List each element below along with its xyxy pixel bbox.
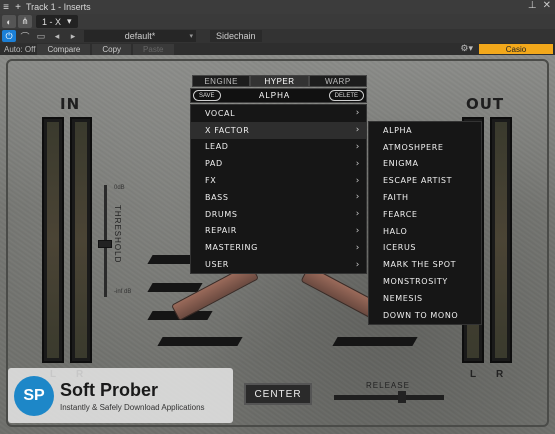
chevron-right-icon: › [355,259,360,270]
menu-item-vocal[interactable]: VOCAL › [191,105,366,122]
in-label: IN [60,95,81,113]
toolbar-compare: Auto: Off Compare Copy Paste ⚙▾ Casio [0,43,555,55]
watermark: SP Soft Prober Instantly & Safely Downlo… [8,368,233,423]
delete-button[interactable]: DELETE [328,90,364,101]
preset-item[interactable]: NEMESIS [369,290,481,307]
chevron-down-icon: ▾ [67,16,72,26]
preset-item[interactable]: FAITH [369,189,481,206]
preset-item[interactable]: FEARCE [369,206,481,223]
preset-item[interactable]: ESCAPE ARTIST [369,172,481,189]
menu-item-bass[interactable]: BASS › [191,189,366,206]
chevron-right-icon: › [355,225,360,236]
chevron-down-icon: ▾ [189,33,193,40]
next-preset-icon[interactable]: ▸ [66,30,80,42]
release-track[interactable] [334,395,444,400]
chevron-right-icon: › [355,141,360,152]
chevron-right-icon: › [355,209,360,220]
compare-button[interactable]: Compare [37,43,91,55]
decor-stripe [147,283,203,292]
copy-button[interactable]: Copy [92,43,132,55]
threshold-label: THRESHOLD [113,205,122,264]
preset-item[interactable]: ICERUS [369,240,481,257]
preset-item[interactable]: DOWN TO MONO [369,307,481,324]
release-label: RELEASE [366,381,410,390]
threshold-slider[interactable] [98,240,112,248]
out-meter-right-label: R [496,369,504,380]
toolbar-preset: ⏻ ⌒ ▭ ◂ ▸ default* ▾ Sidechain [0,29,555,43]
center-button[interactable]: CENTER [244,383,312,405]
menu-item-x-factor[interactable]: X FACTOR › [191,121,366,139]
out-meter-right [490,117,512,363]
tab-warp[interactable]: WARP [308,75,367,87]
preset-item[interactable]: MARK THE SPOT [369,256,481,273]
window-title: Track 1 - Inserts [26,2,91,12]
chevron-right-icon: › [355,125,360,136]
pin-icon[interactable]: ⊥ [528,0,537,11]
device-select[interactable]: Casio [479,44,553,54]
automation-status[interactable]: Auto: Off [4,45,35,54]
plugin-panel: IN OUT L R L R THRESHOLD 0dB -inf dB ENG… [0,55,555,434]
preset-select[interactable]: default* ▾ [84,30,196,42]
save-button[interactable]: SAVE [193,90,221,101]
chevron-right-icon: › [355,108,360,119]
watermark-subtitle: Instantly & Safely Download Applications [60,402,205,412]
prev-preset-icon[interactable]: ◂ [50,30,64,42]
save-preset-icon[interactable]: ▭ [34,30,48,42]
routing-icon[interactable]: ⋔ [18,15,32,28]
category-menu: VOCAL › X FACTOR › LEAD › PAD › FX › BASS › DR… [190,104,367,274]
current-preset[interactable]: ALPHA [259,91,290,100]
preset-item[interactable]: ENIGMA [369,156,481,173]
preset-item[interactable]: ALPHA [369,122,481,139]
sidechain-button[interactable]: Sidechain [210,30,262,42]
threshold-bottom-label: -inf dB [114,289,132,295]
menu-icon[interactable]: ≡ [0,1,12,13]
chevron-right-icon: › [355,242,360,253]
tab-engine[interactable]: ENGINE [192,75,251,87]
track-select[interactable]: 1 - X ▾ [36,15,78,28]
chevron-right-icon: › [355,175,360,186]
out-meter-left-label: L [470,369,477,380]
preset-item[interactable]: HALO [369,223,481,240]
menu-item-mastering[interactable]: MASTERING › [191,239,366,256]
threshold-top-label: 0dB [114,185,125,191]
in-meter-right [70,117,92,363]
watermark-title: Soft Prober [60,379,159,400]
add-icon[interactable]: + [12,1,24,13]
menu-item-drums[interactable]: DRUMS › [191,206,366,223]
chevron-right-icon: › [355,158,360,169]
close-icon[interactable]: ✕ [543,0,551,11]
power-icon[interactable]: ⏻ [2,30,16,42]
release-slider[interactable] [398,391,406,403]
decor-stripe [332,337,418,346]
menu-item-pad[interactable]: PAD › [191,155,366,172]
menu-item-repair[interactable]: REPAIR › [191,223,366,240]
bypass-icon[interactable]: ◐ [2,15,16,28]
watermark-logo: SP [14,375,54,416]
tab-bar: ENGINE HYPER WARP [192,75,367,87]
decor-stripe [157,337,243,346]
title-bar: ≡ + Track 1 - Inserts ⊥ ✕ [0,0,555,14]
menu-item-fx[interactable]: FX › [191,172,366,189]
preset-submenu: ALPHA ATMOSHPERE ENIGMA ESCAPE ARTIST FA… [368,121,482,325]
toolbar-top: ◐ ⋔ 1 - X ▾ [0,14,555,29]
menu-item-lead[interactable]: LEAD › [191,139,366,156]
preset-item[interactable]: MONSTROSITY [369,273,481,290]
track-select-label: 1 - X [42,16,62,27]
chevron-right-icon: › [355,192,360,203]
preset-bar: SAVE ALPHA DELETE [190,88,367,103]
in-meter-left [42,117,64,363]
menu-item-user[interactable]: USER › [191,256,366,273]
automation-icon[interactable]: ⌒ [18,30,32,42]
paste-button[interactable]: Paste [133,43,174,55]
out-label: OUT [466,95,505,113]
preset-item[interactable]: ATMOSHPERE [369,139,481,156]
tab-hyper[interactable]: HYPER [250,75,309,87]
gear-icon[interactable]: ⚙▾ [460,43,473,54]
preset-select-label: default* [124,31,156,41]
